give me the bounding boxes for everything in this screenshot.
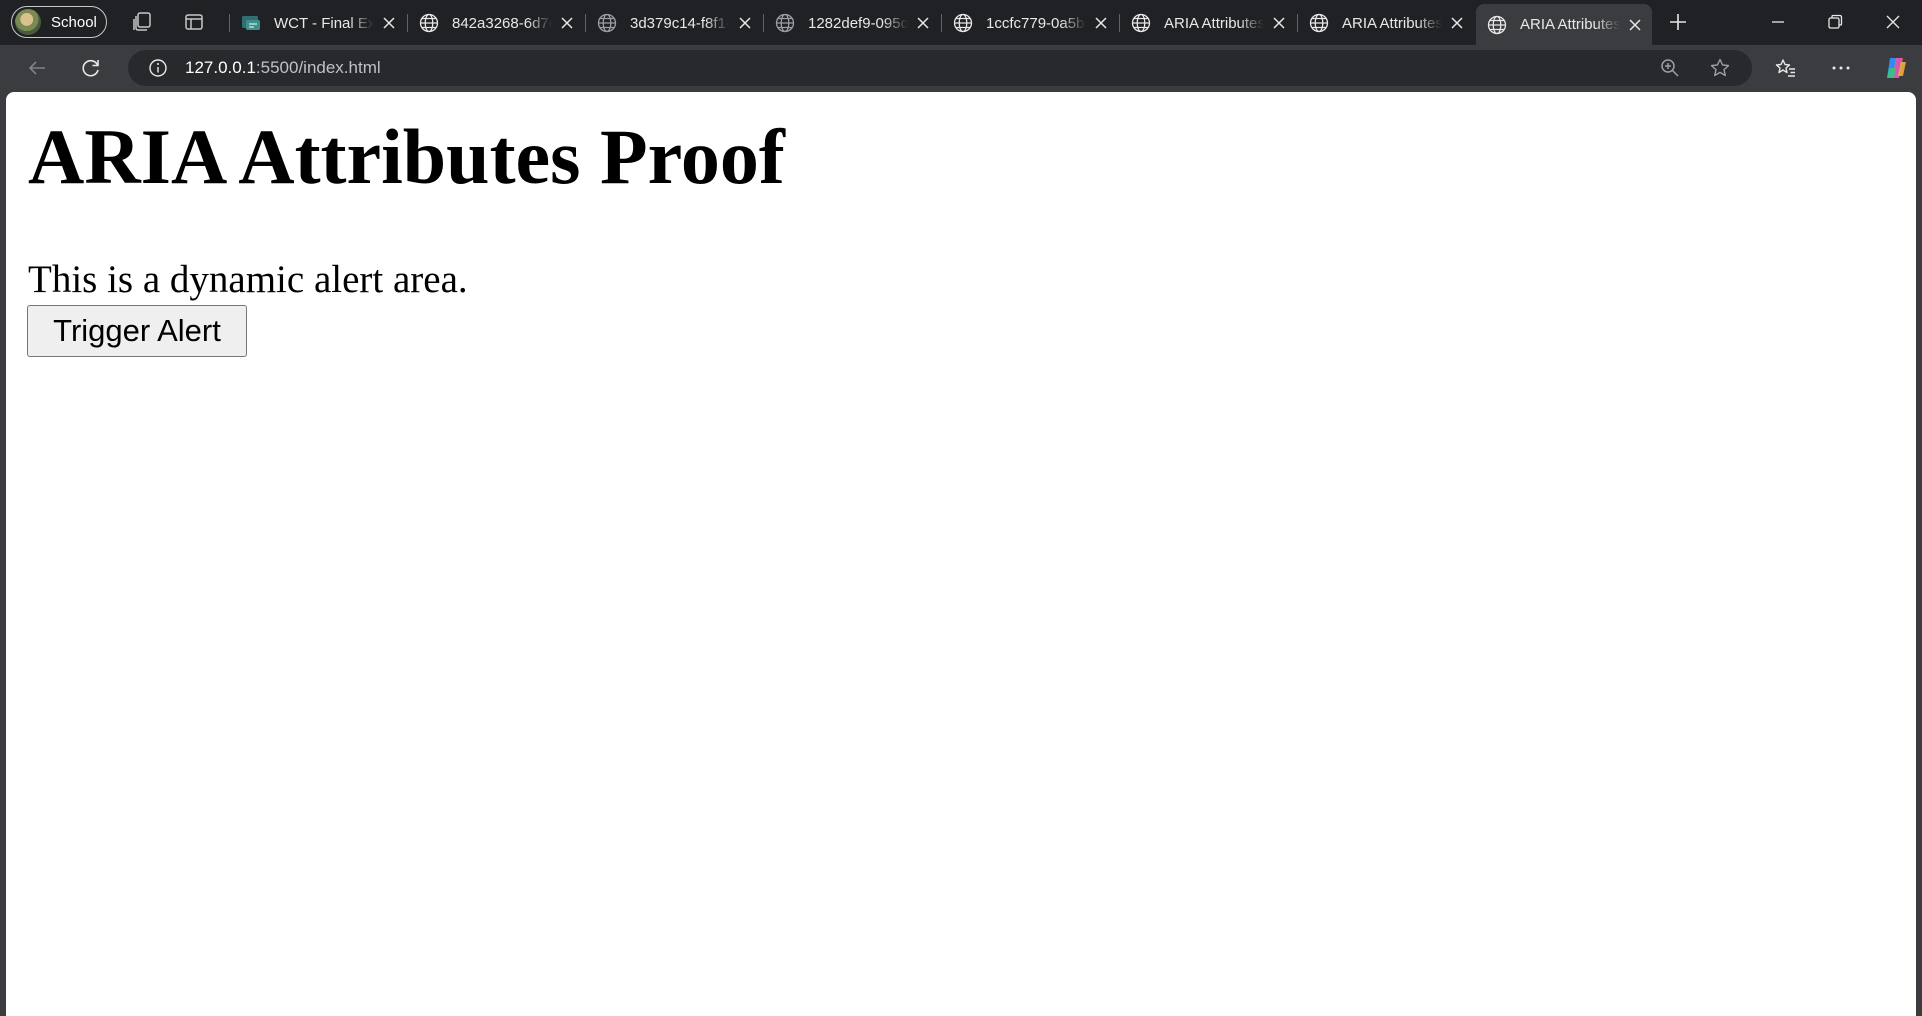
close-icon[interactable] bbox=[1448, 14, 1466, 32]
codespace-icon bbox=[242, 16, 260, 30]
tab-title: ARIA Attributes bbox=[1520, 16, 1620, 33]
globe-icon bbox=[1309, 13, 1329, 33]
more-options-icon[interactable] bbox=[1829, 56, 1853, 80]
toolbar: 127.0.0.1:5500/index.html bbox=[0, 45, 1922, 91]
alert-area: This is a dynamic alert area. bbox=[28, 258, 468, 301]
url-host: 127.0.0.1 bbox=[185, 58, 256, 77]
address-bar[interactable]: 127.0.0.1:5500/index.html bbox=[128, 50, 1752, 86]
tab-strip: School WCT - Final Exa 842a3268-6d7e 3d3… bbox=[0, 0, 1922, 45]
new-tab-icon[interactable] bbox=[1666, 10, 1690, 34]
trigger-alert-button[interactable]: Trigger Alert bbox=[27, 305, 247, 357]
tab-aria-attributes-1[interactable]: ARIA Attributes bbox=[1120, 4, 1296, 42]
globe-icon bbox=[419, 13, 439, 33]
page-heading: ARIA Attributes Proof bbox=[28, 113, 785, 200]
tab-wct-final-exam[interactable]: WCT - Final Exa bbox=[230, 4, 406, 42]
close-icon[interactable] bbox=[558, 14, 576, 32]
refresh-icon[interactable] bbox=[79, 56, 103, 80]
tab-1282def9[interactable]: 1282def9-095d bbox=[764, 4, 940, 42]
globe-icon bbox=[1131, 13, 1151, 33]
close-icon[interactable] bbox=[1626, 16, 1644, 34]
page-viewport: ARIA Attributes Proof This is a dynamic … bbox=[6, 92, 1916, 1016]
tab-842a3268[interactable]: 842a3268-6d7e bbox=[408, 4, 584, 42]
close-icon[interactable] bbox=[380, 14, 398, 32]
tab-3d379c14[interactable]: 3d379c14-f8f1- bbox=[586, 4, 762, 42]
tab-actions-icon[interactable] bbox=[182, 10, 206, 34]
tab-title: 1282def9-095d bbox=[808, 14, 908, 32]
profile-button[interactable]: School bbox=[11, 6, 107, 38]
tab-title: 1ccfc779-0a5b bbox=[986, 14, 1085, 32]
globe-icon bbox=[775, 13, 795, 33]
tab-title: WCT - Final Exa bbox=[274, 14, 374, 32]
tab-title: ARIA Attributes bbox=[1164, 14, 1264, 32]
tab-title: 842a3268-6d7e bbox=[452, 14, 552, 32]
tab-1ccfc779[interactable]: 1ccfc779-0a5b bbox=[942, 4, 1118, 42]
globe-icon bbox=[953, 13, 973, 33]
restore-icon[interactable] bbox=[1823, 10, 1847, 34]
tab-aria-attributes-active[interactable]: ARIA Attributes bbox=[1476, 4, 1652, 45]
close-icon[interactable] bbox=[914, 14, 932, 32]
back-arrow-icon[interactable] bbox=[25, 56, 49, 80]
close-window-icon[interactable] bbox=[1881, 10, 1905, 34]
zoom-icon[interactable] bbox=[1658, 56, 1682, 80]
tab-title: 3d379c14-f8f1- bbox=[630, 14, 730, 32]
tab-title: ARIA Attributes bbox=[1342, 14, 1442, 32]
globe-icon bbox=[597, 13, 617, 33]
workspaces-icon[interactable] bbox=[130, 10, 154, 34]
tab-aria-attributes-2[interactable]: ARIA Attributes bbox=[1298, 4, 1474, 42]
close-icon[interactable] bbox=[1270, 14, 1288, 32]
profile-label: School bbox=[51, 13, 97, 31]
url-path: :5500/index.html bbox=[255, 58, 381, 77]
minimize-icon[interactable] bbox=[1766, 10, 1790, 34]
avatar bbox=[15, 9, 41, 35]
copilot-icon[interactable] bbox=[1882, 54, 1910, 82]
close-icon[interactable] bbox=[1092, 14, 1110, 32]
close-icon[interactable] bbox=[736, 14, 754, 32]
favorite-star-icon[interactable] bbox=[1708, 56, 1732, 80]
url-text: 127.0.0.1:5500/index.html bbox=[185, 58, 381, 78]
favorites-icon[interactable] bbox=[1774, 56, 1798, 80]
site-info-icon[interactable] bbox=[148, 58, 168, 78]
globe-icon bbox=[1487, 15, 1507, 34]
